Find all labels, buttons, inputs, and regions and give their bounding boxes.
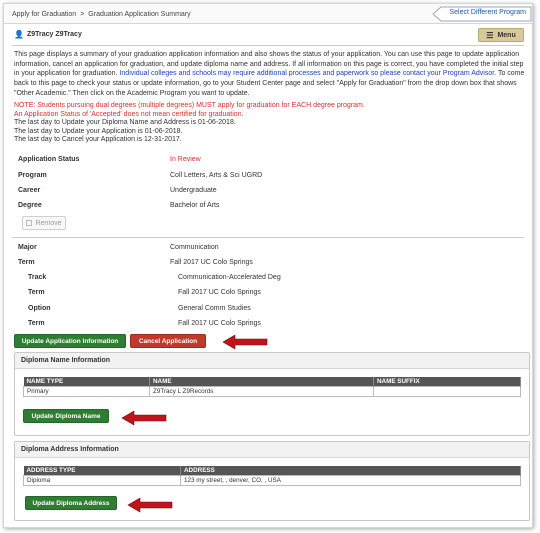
detail-value: Bachelor of Arts — [170, 202, 220, 209]
update-diploma-name-button[interactable]: Update Diploma Name — [23, 409, 109, 423]
diploma-address-title: Diploma Address Information — [15, 442, 529, 458]
user-name: Z9Tracy Z9Tracy — [26, 31, 82, 38]
detail-label: Career — [18, 187, 41, 194]
breadcrumb-separator: > — [80, 10, 85, 18]
annotation-arrow-icon — [121, 410, 167, 426]
table-cell: Diploma — [23, 475, 181, 486]
divider — [12, 45, 524, 46]
diploma-address-panel: Diploma Address Information ADDRESS TYPE… — [14, 441, 530, 521]
sub-label: Option — [28, 305, 51, 312]
annotation-arrow-icon — [127, 497, 173, 513]
table-row: Diploma 123 my street, , denver, CO, , U… — [23, 475, 521, 486]
user-icon: 👤 — [14, 30, 24, 39]
detail-label: Program — [18, 172, 47, 179]
table-cell: Primary — [23, 386, 150, 397]
update-diploma-address-button[interactable]: Update Diploma Address — [25, 496, 117, 510]
deadline-notes: NOTE: Students pursuing dual degrees (mu… — [14, 102, 365, 145]
update-application-button[interactable]: Update Application Information — [14, 334, 126, 348]
top-bar: Apply for Graduation > Graduation Applic… — [4, 4, 532, 24]
sub-value: Fall 2017 UC Colo Springs — [178, 320, 261, 327]
column-header: NAME TYPE — [23, 377, 150, 387]
detail-value: Undergraduate — [170, 187, 217, 194]
select-program-label: Select Different Program — [449, 9, 526, 16]
dual-degree-note: NOTE: Students pursuing dual degrees (mu… — [14, 102, 365, 109]
term-label: Term — [18, 259, 35, 266]
diploma-deadline: The last day to Update your Diploma Name… — [14, 119, 236, 127]
hamburger-icon: ☰ — [486, 30, 494, 40]
application-status-value: In Review — [170, 156, 201, 163]
sub-label: Track — [28, 274, 47, 281]
cancel-application-button[interactable]: Cancel Application — [130, 334, 206, 348]
checkbox-icon — [26, 220, 33, 226]
detail-label: Application Status — [18, 156, 80, 163]
table-cell — [373, 386, 521, 397]
select-different-program-button[interactable]: Select Different Program — [432, 6, 532, 22]
accepted-status-note: An Application Status of 'Accepted' does… — [14, 110, 244, 118]
detail-label: Degree — [18, 202, 42, 209]
column-header: ADDRESS TYPE — [23, 466, 181, 476]
column-header: NAME SUFFIX — [373, 377, 521, 387]
sub-value: Fall 2017 UC Colo Springs — [178, 289, 261, 296]
breadcrumb: Apply for Graduation > Graduation Applic… — [12, 7, 191, 21]
diploma-name-panel: Diploma Name Information NAME TYPE NAME … — [14, 352, 530, 436]
sub-label: Term — [28, 289, 45, 296]
user-name-line: 👤 Z9Tracy Z9Tracy — [14, 30, 82, 39]
column-header: NAME — [149, 377, 374, 387]
sub-value: General Comm Studies — [178, 305, 251, 312]
major-value: Communication — [170, 244, 219, 251]
major-label: Major — [18, 244, 37, 251]
menu-label: Menu — [497, 31, 516, 39]
intro-advisor-note: Individual colleges and schools may requ… — [119, 70, 497, 78]
application-deadline: The last day to Update your Application … — [14, 127, 183, 135]
annotation-arrow-icon — [222, 334, 268, 350]
term-value: Fall 2017 UC Colo Springs — [170, 259, 253, 266]
table-cell: Z9Tracy L Z9Records — [149, 386, 374, 397]
remove-button[interactable]: Remove — [22, 216, 66, 230]
column-header: ADDRESS — [180, 466, 521, 476]
menu-button[interactable]: ☰ Menu — [478, 28, 524, 42]
table-cell: 123 my street, , denver, CO, , USA — [180, 475, 521, 486]
table-row: Primary Z9Tracy L Z9Records — [23, 386, 521, 397]
sub-label: Term — [28, 320, 45, 327]
diploma-address-table: ADDRESS TYPE ADDRESS Diploma 123 my stre… — [23, 466, 521, 486]
cancel-deadline: The last day to Cancel your Application … — [14, 136, 182, 144]
breadcrumb-item-apply[interactable]: Apply for Graduation — [12, 11, 76, 18]
detail-value: Coll Letters, Arts & Sci UGRD — [170, 172, 263, 179]
remove-label: Remove — [35, 219, 62, 227]
breadcrumb-item-summary: Graduation Application Summary — [88, 10, 191, 18]
page-frame: Apply for Graduation > Graduation Applic… — [3, 3, 533, 528]
diploma-name-table: NAME TYPE NAME NAME SUFFIX Primary Z9Tra… — [23, 377, 521, 397]
diploma-name-title: Diploma Name Information — [15, 353, 529, 369]
sub-value: Communication-Accelerated Deg — [178, 274, 281, 281]
divider — [12, 237, 524, 238]
intro-text: This page displays a summary of your gra… — [14, 50, 526, 99]
